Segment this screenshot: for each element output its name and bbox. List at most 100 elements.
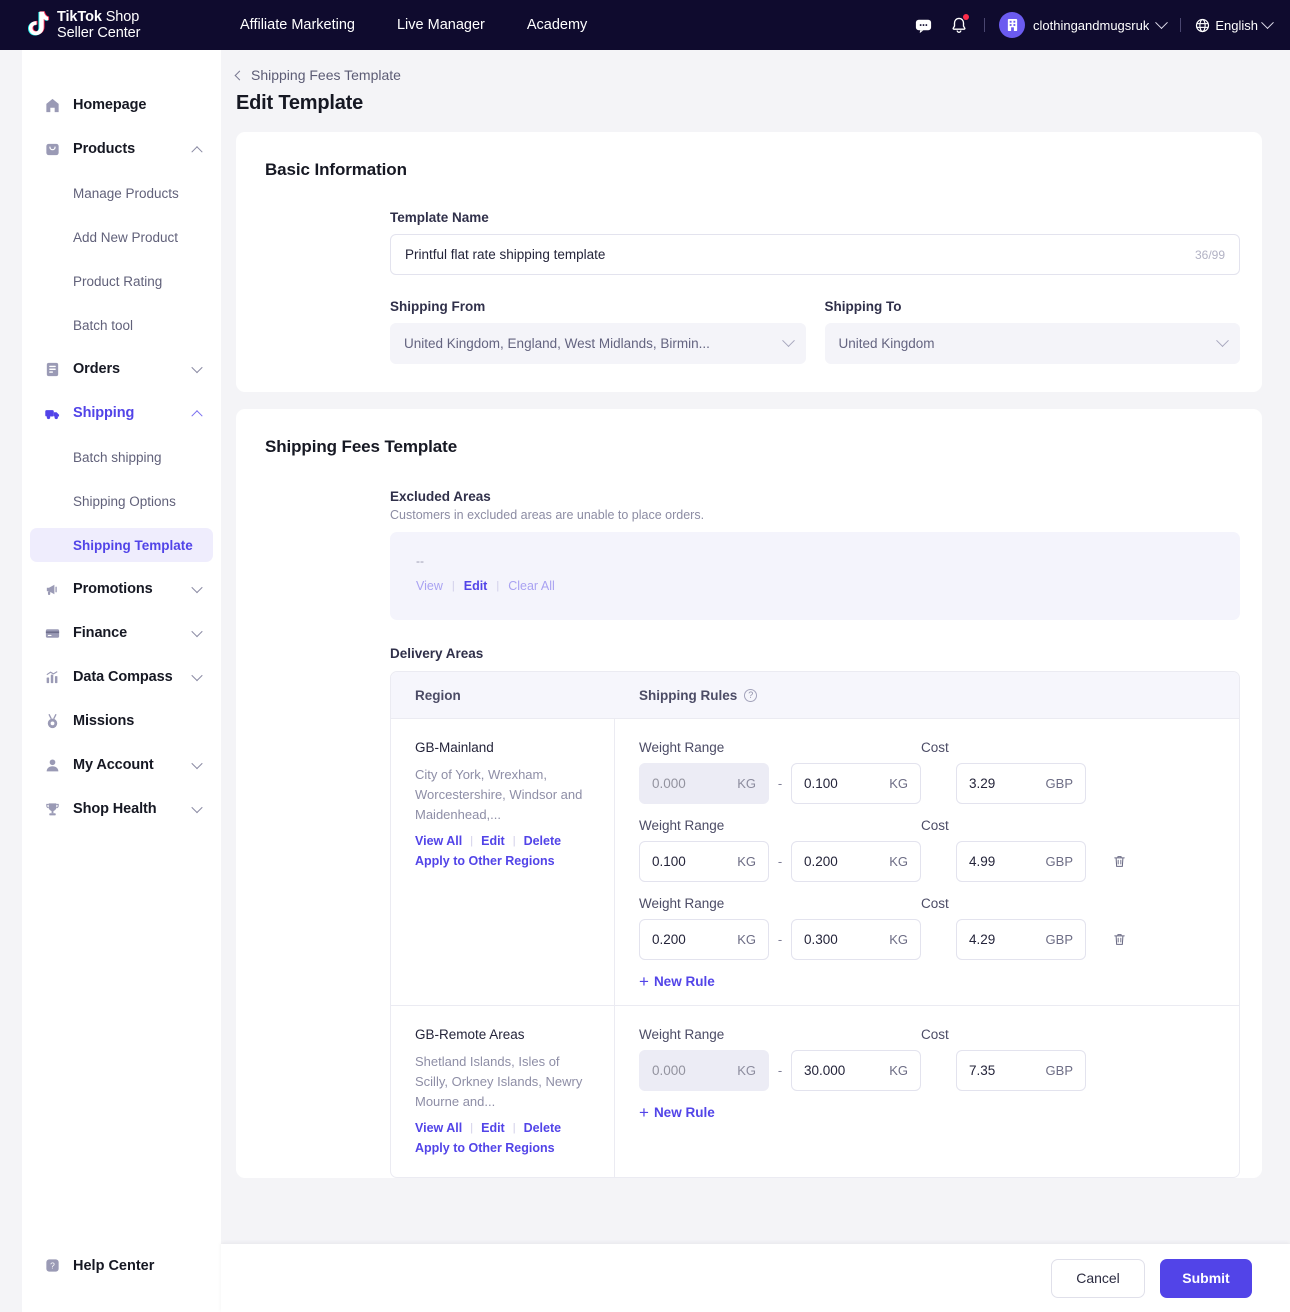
shipping-from-select[interactable]: United Kingdom, England, West Midlands, … [390, 323, 806, 364]
chevron-up-icon[interactable] [191, 146, 202, 157]
sidebar-item-help-center[interactable]: ? Help Center [22, 1257, 221, 1274]
account-menu[interactable]: clothingandmugsruk [999, 12, 1166, 38]
chevron-down-icon[interactable] [191, 626, 202, 637]
sidebar-subitem-manage-products[interactable]: Manage Products [30, 176, 213, 210]
sidebar-item-orders[interactable]: Orders [30, 352, 213, 386]
sidebar-item-shop-health[interactable]: Shop Health [30, 792, 213, 826]
weight-to-input[interactable]: 0.200 KG [791, 841, 921, 882]
sidebar-label: Promotions [73, 581, 153, 597]
chevron-down-icon [782, 334, 795, 347]
chevron-down-icon [1155, 16, 1168, 29]
weight-to-input[interactable]: 0.100 KG [791, 763, 921, 804]
delete-rule-icon[interactable] [1111, 931, 1128, 948]
help-tooltip-icon[interactable]: ? [744, 689, 757, 702]
nav-separator-1 [984, 18, 985, 32]
template-name-label: Template Name [390, 210, 1240, 225]
chat-icon[interactable] [912, 14, 934, 36]
svg-text:?: ? [50, 1261, 55, 1271]
new-rule-button[interactable]: + New Rule [639, 1105, 1239, 1120]
sidebar-label: Orders [73, 361, 120, 377]
sidebar-subitem-shipping-template[interactable]: Shipping Template [30, 528, 213, 562]
sidebar-item-missions[interactable]: Missions [30, 704, 213, 738]
template-name-input[interactable]: Printful flat rate shipping template 36/… [390, 234, 1240, 275]
sidebar-item-products[interactable]: Products [30, 132, 213, 166]
weight-unit: KG [889, 776, 908, 791]
submit-button[interactable]: Submit [1160, 1259, 1252, 1298]
region-edit-link[interactable]: Edit [481, 834, 505, 848]
excluded-clear-all-link[interactable]: Clear All [508, 579, 555, 593]
delete-rule-icon[interactable] [1111, 853, 1128, 870]
sidebar-item-shipping[interactable]: Shipping [30, 396, 213, 430]
weight-unit: KG [737, 932, 756, 947]
weight-from-input: 0.000 KG [639, 1050, 769, 1091]
sidebar-item-data-compass[interactable]: Data Compass [30, 660, 213, 694]
cost-input[interactable]: 3.29 GBP [956, 763, 1086, 804]
excluded-areas-box: -- View | Edit | Clear All [390, 532, 1240, 620]
shipping-to-select[interactable]: United Kingdom [825, 323, 1241, 364]
brand-tiktok: TikTok [57, 9, 102, 25]
weight-from-input[interactable]: 0.200 KG [639, 919, 769, 960]
sidebar-subitem-add-new-product[interactable]: Add New Product [30, 220, 213, 254]
bell-icon[interactable] [948, 14, 970, 36]
weight-from-value: 0.200 [652, 932, 686, 947]
brand-logo[interactable]: TikTok Shop Seller Center [22, 9, 197, 41]
nav-link-live-manager[interactable]: Live Manager [397, 17, 485, 33]
sidebar-subitem-shipping-options[interactable]: Shipping Options [30, 484, 213, 518]
chevron-down-icon[interactable] [191, 362, 202, 373]
region-apply-other-regions-link[interactable]: Apply to Other Regions [415, 854, 555, 868]
cancel-button[interactable]: Cancel [1051, 1259, 1145, 1298]
sidebar-subitem-batch-tool[interactable]: Batch tool [30, 308, 213, 342]
currency-unit: GBP [1046, 776, 1073, 791]
region-delete-link[interactable]: Delete [524, 1121, 562, 1135]
sidebar-item-homepage[interactable]: Homepage [30, 88, 213, 122]
weight-to-input[interactable]: 0.300 KG [791, 919, 921, 960]
weight-range-label: Weight Range [639, 896, 921, 911]
region-apply-other-regions-link[interactable]: Apply to Other Regions [415, 1141, 555, 1155]
weight-to-input[interactable]: 30.000 KG [791, 1050, 921, 1091]
cost-label: Cost [921, 818, 949, 833]
shipping-fees-heading: Shipping Fees Template [236, 437, 1262, 457]
brand-text: TikTok Shop Seller Center [57, 9, 140, 41]
nav-link-academy[interactable]: Academy [527, 17, 587, 33]
region-cell: GB-Remote Areas Shetland Islands, Isles … [391, 1006, 615, 1177]
new-rule-button[interactable]: + New Rule [639, 974, 1239, 989]
chevron-down-icon[interactable] [191, 670, 202, 681]
sidebar-item-my-account[interactable]: My Account [30, 748, 213, 782]
sidebar-item-finance[interactable]: Finance [30, 616, 213, 650]
sidebar: Homepage Products Manage Products Add Ne… [22, 50, 221, 1312]
cost-label: Cost [921, 740, 949, 755]
region-delete-link[interactable]: Delete [524, 834, 562, 848]
sidebar-subitem-product-rating[interactable]: Product Rating [30, 264, 213, 298]
sidebar-item-promotions[interactable]: Promotions [30, 572, 213, 606]
breadcrumb[interactable]: Shipping Fees Template [236, 67, 1290, 83]
region-view-all-link[interactable]: View All [415, 834, 462, 848]
footer-action-bar: Cancel Submit [221, 1244, 1290, 1312]
template-name-counter: 36/99 [1195, 248, 1225, 262]
weight-to-value: 30.000 [804, 1063, 845, 1078]
chevron-up-icon[interactable] [191, 410, 202, 421]
region-edit-link[interactable]: Edit [481, 1121, 505, 1135]
nav-link-affiliate-marketing[interactable]: Affiliate Marketing [240, 17, 355, 33]
chevron-down-icon[interactable] [191, 758, 202, 769]
weight-from-input[interactable]: 0.100 KG [639, 841, 769, 882]
rule-row: 0.200 KG - 0.300 KG 4.29 GBP [639, 919, 1239, 960]
link-divider: | [513, 835, 516, 847]
sidebar-subitem-batch-shipping[interactable]: Batch shipping [30, 440, 213, 474]
template-name-value: Printful flat rate shipping template [405, 247, 605, 262]
cost-input[interactable]: 4.29 GBP [956, 919, 1086, 960]
link-divider: | [470, 835, 473, 847]
weight-unit: KG [889, 932, 908, 947]
excluded-view-link[interactable]: View [416, 579, 443, 593]
region-view-all-link[interactable]: View All [415, 1121, 462, 1135]
rule-labels-row: Weight Range Cost [639, 1027, 1239, 1042]
bag-icon [44, 141, 61, 158]
cost-input[interactable]: 7.35 GBP [956, 1050, 1086, 1091]
cost-input[interactable]: 4.99 GBP [956, 841, 1086, 882]
excluded-edit-link[interactable]: Edit [464, 579, 488, 593]
shipping-from-group: Shipping From United Kingdom, England, W… [390, 299, 806, 364]
language-selector[interactable]: English [1195, 18, 1272, 33]
chevron-down-icon[interactable] [191, 582, 202, 593]
plus-icon: + [639, 1106, 649, 1120]
chevron-down-icon[interactable] [191, 802, 202, 813]
notification-badge [963, 14, 969, 20]
